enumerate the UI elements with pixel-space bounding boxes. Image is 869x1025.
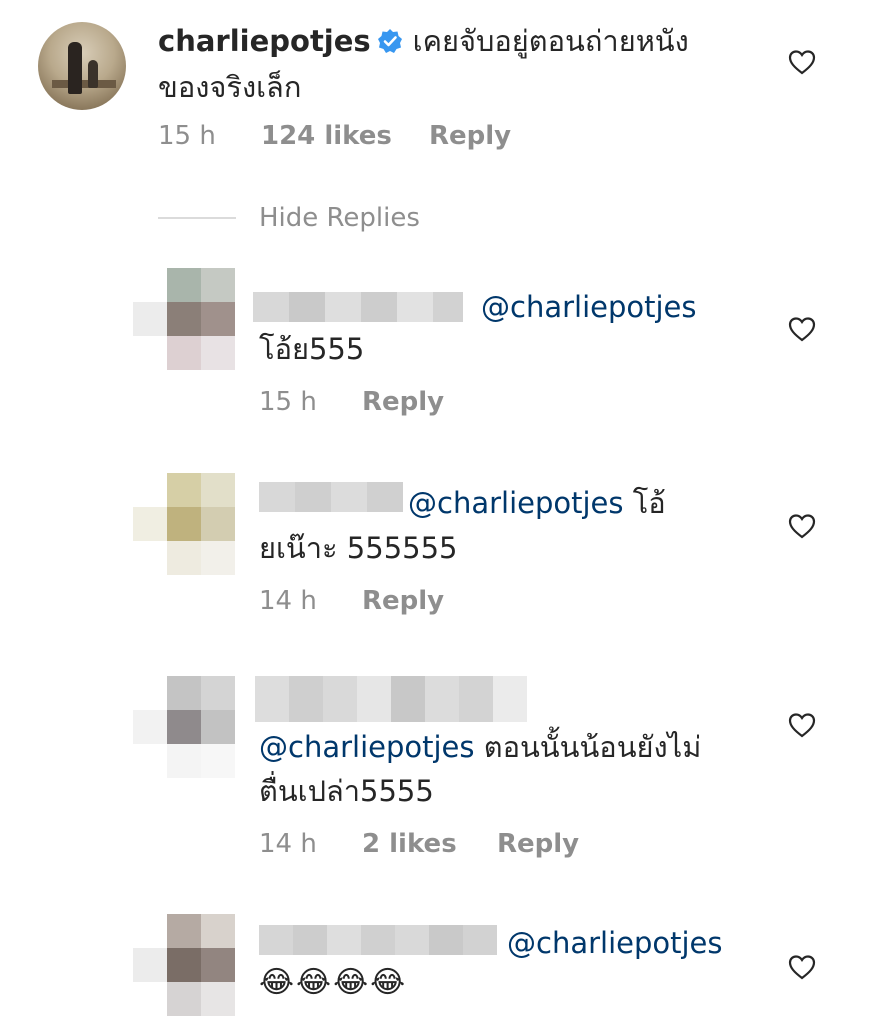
like-heart-icon[interactable] bbox=[788, 712, 816, 738]
reply-time: 15 h bbox=[259, 387, 317, 417]
reply-time: 14 h bbox=[259, 586, 317, 616]
reply-text-line: @charliepotjes โอ้ bbox=[408, 480, 666, 526]
avatar-photo-bench bbox=[52, 80, 116, 88]
avatar-photo-figure bbox=[68, 42, 82, 94]
like-heart-icon[interactable] bbox=[788, 316, 816, 342]
comment-text: เคยจับอยู่ตอนถ่ายหนัง bbox=[412, 24, 689, 58]
blurred-username bbox=[259, 482, 403, 512]
avatar[interactable] bbox=[133, 268, 235, 370]
comment-body: charliepotjes เคยจับอยู่ตอนถ่ายหนัง ของจ… bbox=[158, 18, 758, 110]
reply-text: ยเน๊าะ 555555 bbox=[259, 531, 458, 565]
reply-button[interactable]: Reply bbox=[362, 586, 444, 616]
reply-mention[interactable]: @charliepotjes bbox=[408, 486, 624, 520]
reply-mention[interactable]: @charliepotjes bbox=[481, 284, 697, 330]
reply-text: โอ้ย555 bbox=[259, 332, 365, 366]
reply-mention[interactable]: @charliepotjes bbox=[259, 730, 475, 764]
reply-text: โอ้ bbox=[623, 486, 666, 520]
blurred-username bbox=[253, 292, 463, 322]
avatar[interactable] bbox=[38, 22, 126, 110]
hide-replies-divider bbox=[158, 217, 236, 219]
reply-button[interactable]: Reply bbox=[497, 829, 579, 859]
verified-badge-icon bbox=[377, 29, 402, 53]
avatar-photo-figure bbox=[88, 60, 98, 88]
comment-text: ของจริงเล็ก bbox=[158, 70, 302, 104]
reply-time: 14 h bbox=[259, 829, 317, 859]
avatar[interactable] bbox=[133, 676, 235, 778]
avatar[interactable] bbox=[133, 914, 235, 1016]
comment-author[interactable]: charliepotjes bbox=[158, 24, 371, 58]
like-heart-icon[interactable] bbox=[788, 49, 816, 75]
hide-replies-button[interactable]: Hide Replies bbox=[259, 203, 420, 233]
reply-text-line: @charliepotjes ตอนนั้นน้อนยังไม่ bbox=[259, 724, 701, 770]
reply-button[interactable]: Reply bbox=[429, 121, 511, 151]
reply-text: ตอนนั้นน้อนยังไม่ bbox=[474, 730, 702, 764]
like-heart-icon[interactable] bbox=[788, 954, 816, 980]
comment-likes[interactable]: 124 likes bbox=[261, 121, 392, 151]
reply-likes[interactable]: 2 likes bbox=[362, 829, 457, 859]
blurred-username bbox=[259, 925, 497, 955]
reply-button[interactable]: Reply bbox=[362, 387, 444, 417]
comment-time: 15 h bbox=[158, 121, 216, 151]
reply-text: ตื่นเปล่า5555 bbox=[259, 774, 434, 808]
reply-emoji-text: 😂😂😂😂 bbox=[259, 965, 408, 1000]
blurred-username bbox=[255, 676, 527, 722]
avatar[interactable] bbox=[133, 473, 235, 575]
reply-mention[interactable]: @charliepotjes bbox=[507, 920, 723, 966]
like-heart-icon[interactable] bbox=[788, 513, 816, 539]
